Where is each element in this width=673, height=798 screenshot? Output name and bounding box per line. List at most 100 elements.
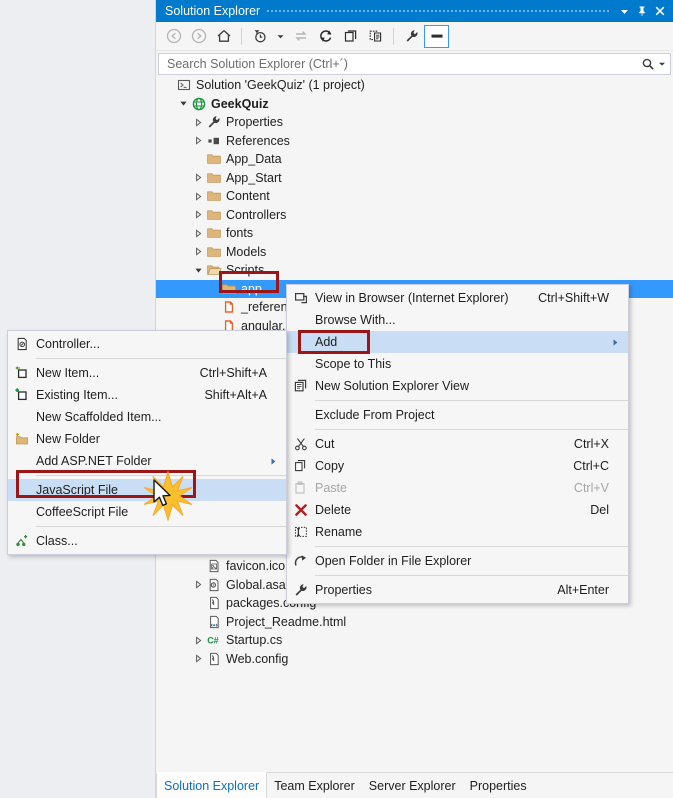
menu-separator: [315, 400, 628, 401]
tab-label: Server Explorer: [368, 778, 456, 793]
search-input[interactable]: [165, 56, 641, 72]
tree-expander-collapsed-icon[interactable]: [192, 206, 205, 224]
tool-window-tab[interactable]: Properties: [463, 773, 534, 798]
menu-item[interactable]: CoffeeScript File: [8, 501, 286, 523]
search-box[interactable]: [158, 53, 671, 75]
chevron-down-icon[interactable]: [655, 60, 666, 68]
tree-expander-placeholder: [192, 150, 205, 168]
tool-window-tab[interactable]: Server Explorer: [362, 773, 463, 798]
tree-item-label: Startup.cs: [226, 633, 283, 648]
menu-item[interactable]: Open Folder in File Explorer: [287, 550, 628, 572]
tree-item[interactable]: Content: [156, 187, 673, 206]
tool-window-tab[interactable]: Solution Explorer: [156, 772, 268, 798]
menu-item[interactable]: Properties Alt+Enter: [287, 579, 628, 601]
paste-icon: [287, 480, 315, 496]
show-all-files-icon[interactable]: [363, 24, 388, 48]
tree-item[interactable]: App_Start: [156, 169, 673, 188]
folder-icon: [205, 243, 223, 261]
menu-separator: [315, 546, 628, 547]
tree-item[interactable]: Models: [156, 243, 673, 262]
menu-item[interactable]: Delete Del: [287, 499, 628, 521]
menu-item[interactable]: Controller...: [8, 333, 286, 355]
config-file-icon: [205, 594, 223, 612]
tree-item[interactable]: References: [156, 132, 673, 151]
forward-button[interactable]: [186, 24, 211, 48]
menu-item[interactable]: New Folder: [8, 428, 286, 450]
home-icon[interactable]: [211, 24, 236, 48]
refresh-icon[interactable]: [313, 24, 338, 48]
menu-item-label: Copy: [315, 459, 345, 473]
tree-item-label: Scripts: [226, 263, 265, 278]
menu-item[interactable]: New Solution Explorer View: [287, 375, 628, 397]
tree-item[interactable]: Controllers: [156, 206, 673, 225]
menu-item-label: Paste: [315, 481, 347, 495]
menu-item[interactable]: Browse With...: [287, 309, 628, 331]
open-folder-arrow-icon: [287, 553, 315, 569]
tool-window-tab[interactable]: Team Explorer: [267, 773, 362, 798]
pin-icon[interactable]: [633, 1, 651, 21]
menu-separator: [36, 475, 286, 476]
tree-expander-expanded-icon[interactable]: [177, 95, 190, 113]
tree-item[interactable]: Web.config: [156, 650, 673, 669]
tree-item[interactable]: App_Data: [156, 150, 673, 169]
tree-item[interactable]: fonts: [156, 224, 673, 243]
tree-item[interactable]: Project_Readme.html: [156, 613, 673, 632]
search-magnifier-icon[interactable]: [641, 57, 655, 71]
menu-item[interactable]: Scope to This: [287, 353, 628, 375]
menu-item[interactable]: Add: [287, 331, 628, 353]
chevron-down-icon[interactable]: [615, 1, 633, 21]
menu-item[interactable]: Existing Item... Shift+Alt+A: [8, 384, 286, 406]
collapse-all-icon[interactable]: [338, 24, 363, 48]
wrench-icon: [287, 582, 315, 598]
toolbar-separator: [241, 27, 242, 45]
tree-item[interactable]: GeekQuiz: [156, 95, 673, 114]
tree-expander-placeholder: [162, 76, 175, 94]
tree-item-label: app: [241, 281, 262, 296]
menu-item[interactable]: JavaScript File: [8, 479, 286, 501]
menu-item[interactable]: Paste Ctrl+V: [287, 477, 628, 499]
menu-item[interactable]: New Scaffolded Item...: [8, 406, 286, 428]
tree-expander-collapsed-icon[interactable]: [192, 132, 205, 150]
chevron-down-icon[interactable]: [272, 24, 288, 48]
tree-item[interactable]: C# Startup.cs: [156, 631, 673, 650]
context-menu[interactable]: View in Browser (Internet Explorer) Ctrl+…: [286, 284, 629, 604]
tree-expander-collapsed-icon[interactable]: [192, 576, 205, 594]
tree-expander-placeholder: [207, 280, 220, 298]
menu-item[interactable]: View in Browser (Internet Explorer) Ctrl+…: [287, 287, 628, 309]
back-button[interactable]: [161, 24, 186, 48]
tree-expander-collapsed-icon[interactable]: [192, 243, 205, 261]
menu-item-shortcut: Ctrl+V: [573, 481, 609, 495]
tree-item[interactable]: Properties: [156, 113, 673, 132]
tree-expander-collapsed-icon[interactable]: [192, 113, 205, 131]
menu-item-label: Existing Item...: [36, 388, 118, 402]
tree-item[interactable]: Scripts: [156, 261, 673, 280]
tree-expander-collapsed-icon[interactable]: [192, 650, 205, 668]
tree-expander-collapsed-icon[interactable]: [192, 631, 205, 649]
menu-item[interactable]: Class...: [8, 530, 286, 552]
menu-item[interactable]: Copy Ctrl+C: [287, 455, 628, 477]
tree-item-label: References: [226, 133, 290, 148]
preview-pane-icon[interactable]: [424, 24, 449, 48]
tree-item-label: Solution 'GeekQuiz' (1 project): [196, 78, 365, 93]
menu-item[interactable]: New Item... Ctrl+Shift+A: [8, 362, 286, 384]
add-submenu[interactable]: Controller... New Item... Ctrl+Shift+A Exis…: [7, 330, 287, 555]
menu-item-label: View in Browser (Internet Explorer): [315, 291, 509, 305]
tree-item[interactable]: Solution 'GeekQuiz' (1 project): [156, 76, 673, 95]
wrench-icon[interactable]: [399, 24, 424, 48]
javascript-file-icon: [220, 298, 238, 316]
tree-expander-collapsed-icon[interactable]: [192, 224, 205, 242]
menu-item[interactable]: Rename: [287, 521, 628, 543]
tree-expander-expanded-icon[interactable]: [192, 261, 205, 279]
class-icon: [8, 533, 36, 549]
sync-arrows-icon[interactable]: [288, 24, 313, 48]
menu-item[interactable]: Exclude From Project: [287, 404, 628, 426]
menu-separator: [315, 575, 628, 576]
tree-expander-collapsed-icon[interactable]: [192, 187, 205, 205]
clock-filter-icon[interactable]: [247, 24, 272, 48]
folder-icon: [205, 150, 223, 168]
close-icon[interactable]: [651, 1, 669, 21]
menu-item[interactable]: Cut Ctrl+X: [287, 433, 628, 455]
menu-item-label: Delete: [315, 503, 352, 517]
tree-expander-collapsed-icon[interactable]: [192, 169, 205, 187]
menu-item[interactable]: Add ASP.NET Folder: [8, 450, 286, 472]
